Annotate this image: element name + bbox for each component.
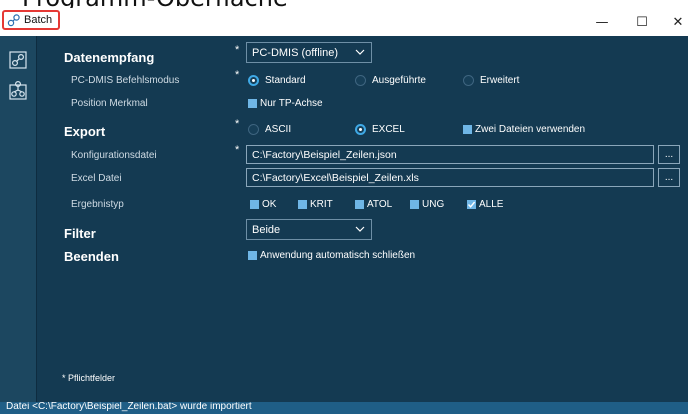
status-text: Datei <C:\Factory\Beispiel_Zeilen.bat> w… [6,402,252,412]
excel-file-value: C:\Factory\Excel\Beispiel_Zeilen.xls [252,171,419,184]
required-footnote: * Pflichtfelder [62,373,116,383]
caption-text: Programm-Oberfläche [22,0,288,8]
result-ung-label: UNG [422,199,445,210]
source-dropdown-value: PC-DMIS (offline) [252,46,338,59]
sidebar-item-network[interactable] [0,76,36,104]
config-label: Konfigurationsdatei [71,150,157,161]
excel-label: Excel Datei [71,173,122,184]
config-file-value: C:\Factory\Beispiel_Zeilen.json [252,148,397,161]
radio-excel[interactable]: EXCEL [355,124,405,135]
section-beenden: Beenden [64,249,119,264]
browse-ellipsis-icon: ... [664,149,674,160]
radio-ausgefuehrte-indicator [355,75,366,86]
required-star: * [235,144,240,156]
section-export: Export [64,124,106,139]
excel-browse-button[interactable]: ... [658,168,680,187]
result-krit-label: KRIT [310,199,333,210]
maximize-icon: ☐ [636,14,648,30]
result-alle-checkbox[interactable]: ALLE [467,199,503,210]
radio-erweitert-indicator [463,75,474,86]
result-krit-box [298,200,307,209]
network-icon [9,80,27,100]
result-alle-label: ALLE [479,199,504,210]
radio-ascii-label: ASCII [265,124,292,135]
sidebar-item-batch[interactable] [0,46,36,74]
minimize-icon: — [595,14,609,30]
status-bar: Datei <C:\Factory\Beispiel_Zeilen.bat> w… [0,402,688,414]
required-star: * [235,69,240,81]
sidebar [0,36,37,402]
two-files-checkbox[interactable]: Zwei Dateien verwenden [463,124,585,135]
radio-excel-label: EXCEL [372,124,405,135]
merkmal-label: Position Merkmal [71,98,148,109]
tp-achse-checkbox[interactable]: Nur TP-Achse [248,98,323,109]
window-title-tab[interactable]: Batch [2,10,60,30]
two-files-label: Zwei Dateien verwenden [475,124,586,135]
auto-close-label: Anwendung automatisch schließen [260,250,416,261]
radio-erweitert[interactable]: Erweitert [463,75,519,86]
tp-achse-label: Nur TP-Achse [260,98,323,109]
result-atol-box [355,200,364,209]
section-filter: Filter [64,226,96,241]
close-button[interactable]: ✕ [660,8,688,36]
config-browse-button[interactable]: ... [658,145,680,164]
radio-standard[interactable]: Standard [248,75,306,86]
required-star: * [235,118,240,130]
result-krit-checkbox[interactable]: KRIT [298,199,333,210]
excel-file-input[interactable]: C:\Factory\Excel\Beispiel_Zeilen.xls [246,168,654,187]
radio-erweitert-label: Erweitert [480,75,520,86]
result-atol-label: ATOL [367,199,393,210]
auto-close-checkbox-box [248,251,257,260]
result-type-label: Ergebnistyp [71,199,124,210]
radio-standard-label: Standard [265,75,306,86]
result-ok-label: OK [262,199,277,210]
result-alle-box [467,200,476,209]
radio-ascii[interactable]: ASCII [248,124,291,135]
result-ok-box [250,200,259,209]
window-title: Batch [24,14,53,26]
radio-ausgefuehrte[interactable]: Ausgeführte [355,75,426,86]
two-files-checkbox-box [463,125,472,134]
source-dropdown[interactable]: PC-DMIS (offline) [246,42,372,63]
result-ok-checkbox[interactable]: OK [250,199,276,210]
radio-ausgefuehrte-label: Ausgeführte [372,75,426,86]
caption-strip: Programm-Oberfläche [0,0,688,8]
radio-standard-indicator [248,75,259,86]
result-ung-box [410,200,419,209]
radio-excel-indicator [355,124,366,135]
minimize-button[interactable]: — [584,8,620,36]
radio-ascii-indicator [248,124,259,135]
maximize-button[interactable]: ☐ [624,8,660,36]
result-ung-checkbox[interactable]: UNG [410,199,444,210]
required-star: * [235,44,240,56]
batch-app-icon [7,14,20,27]
config-file-input[interactable]: C:\Factory\Beispiel_Zeilen.json [246,145,654,164]
close-icon: ✕ [672,14,684,30]
tp-achse-checkbox-box [248,99,257,108]
result-atol-checkbox[interactable]: ATOL [355,199,392,210]
chevron-down-icon [355,49,365,55]
batch-icon [9,51,27,69]
auto-close-checkbox[interactable]: Anwendung automatisch schließen [248,250,415,261]
befehlsmodus-label: PC-DMIS Befehlsmodus [71,75,180,86]
filter-dropdown[interactable]: Beide [246,219,372,240]
section-datenempfang: Datenempfang [64,50,155,65]
chevron-down-icon [355,226,365,232]
browse-ellipsis-icon: ... [664,172,674,183]
checkmark-icon [467,201,476,208]
filter-dropdown-value: Beide [252,223,281,236]
